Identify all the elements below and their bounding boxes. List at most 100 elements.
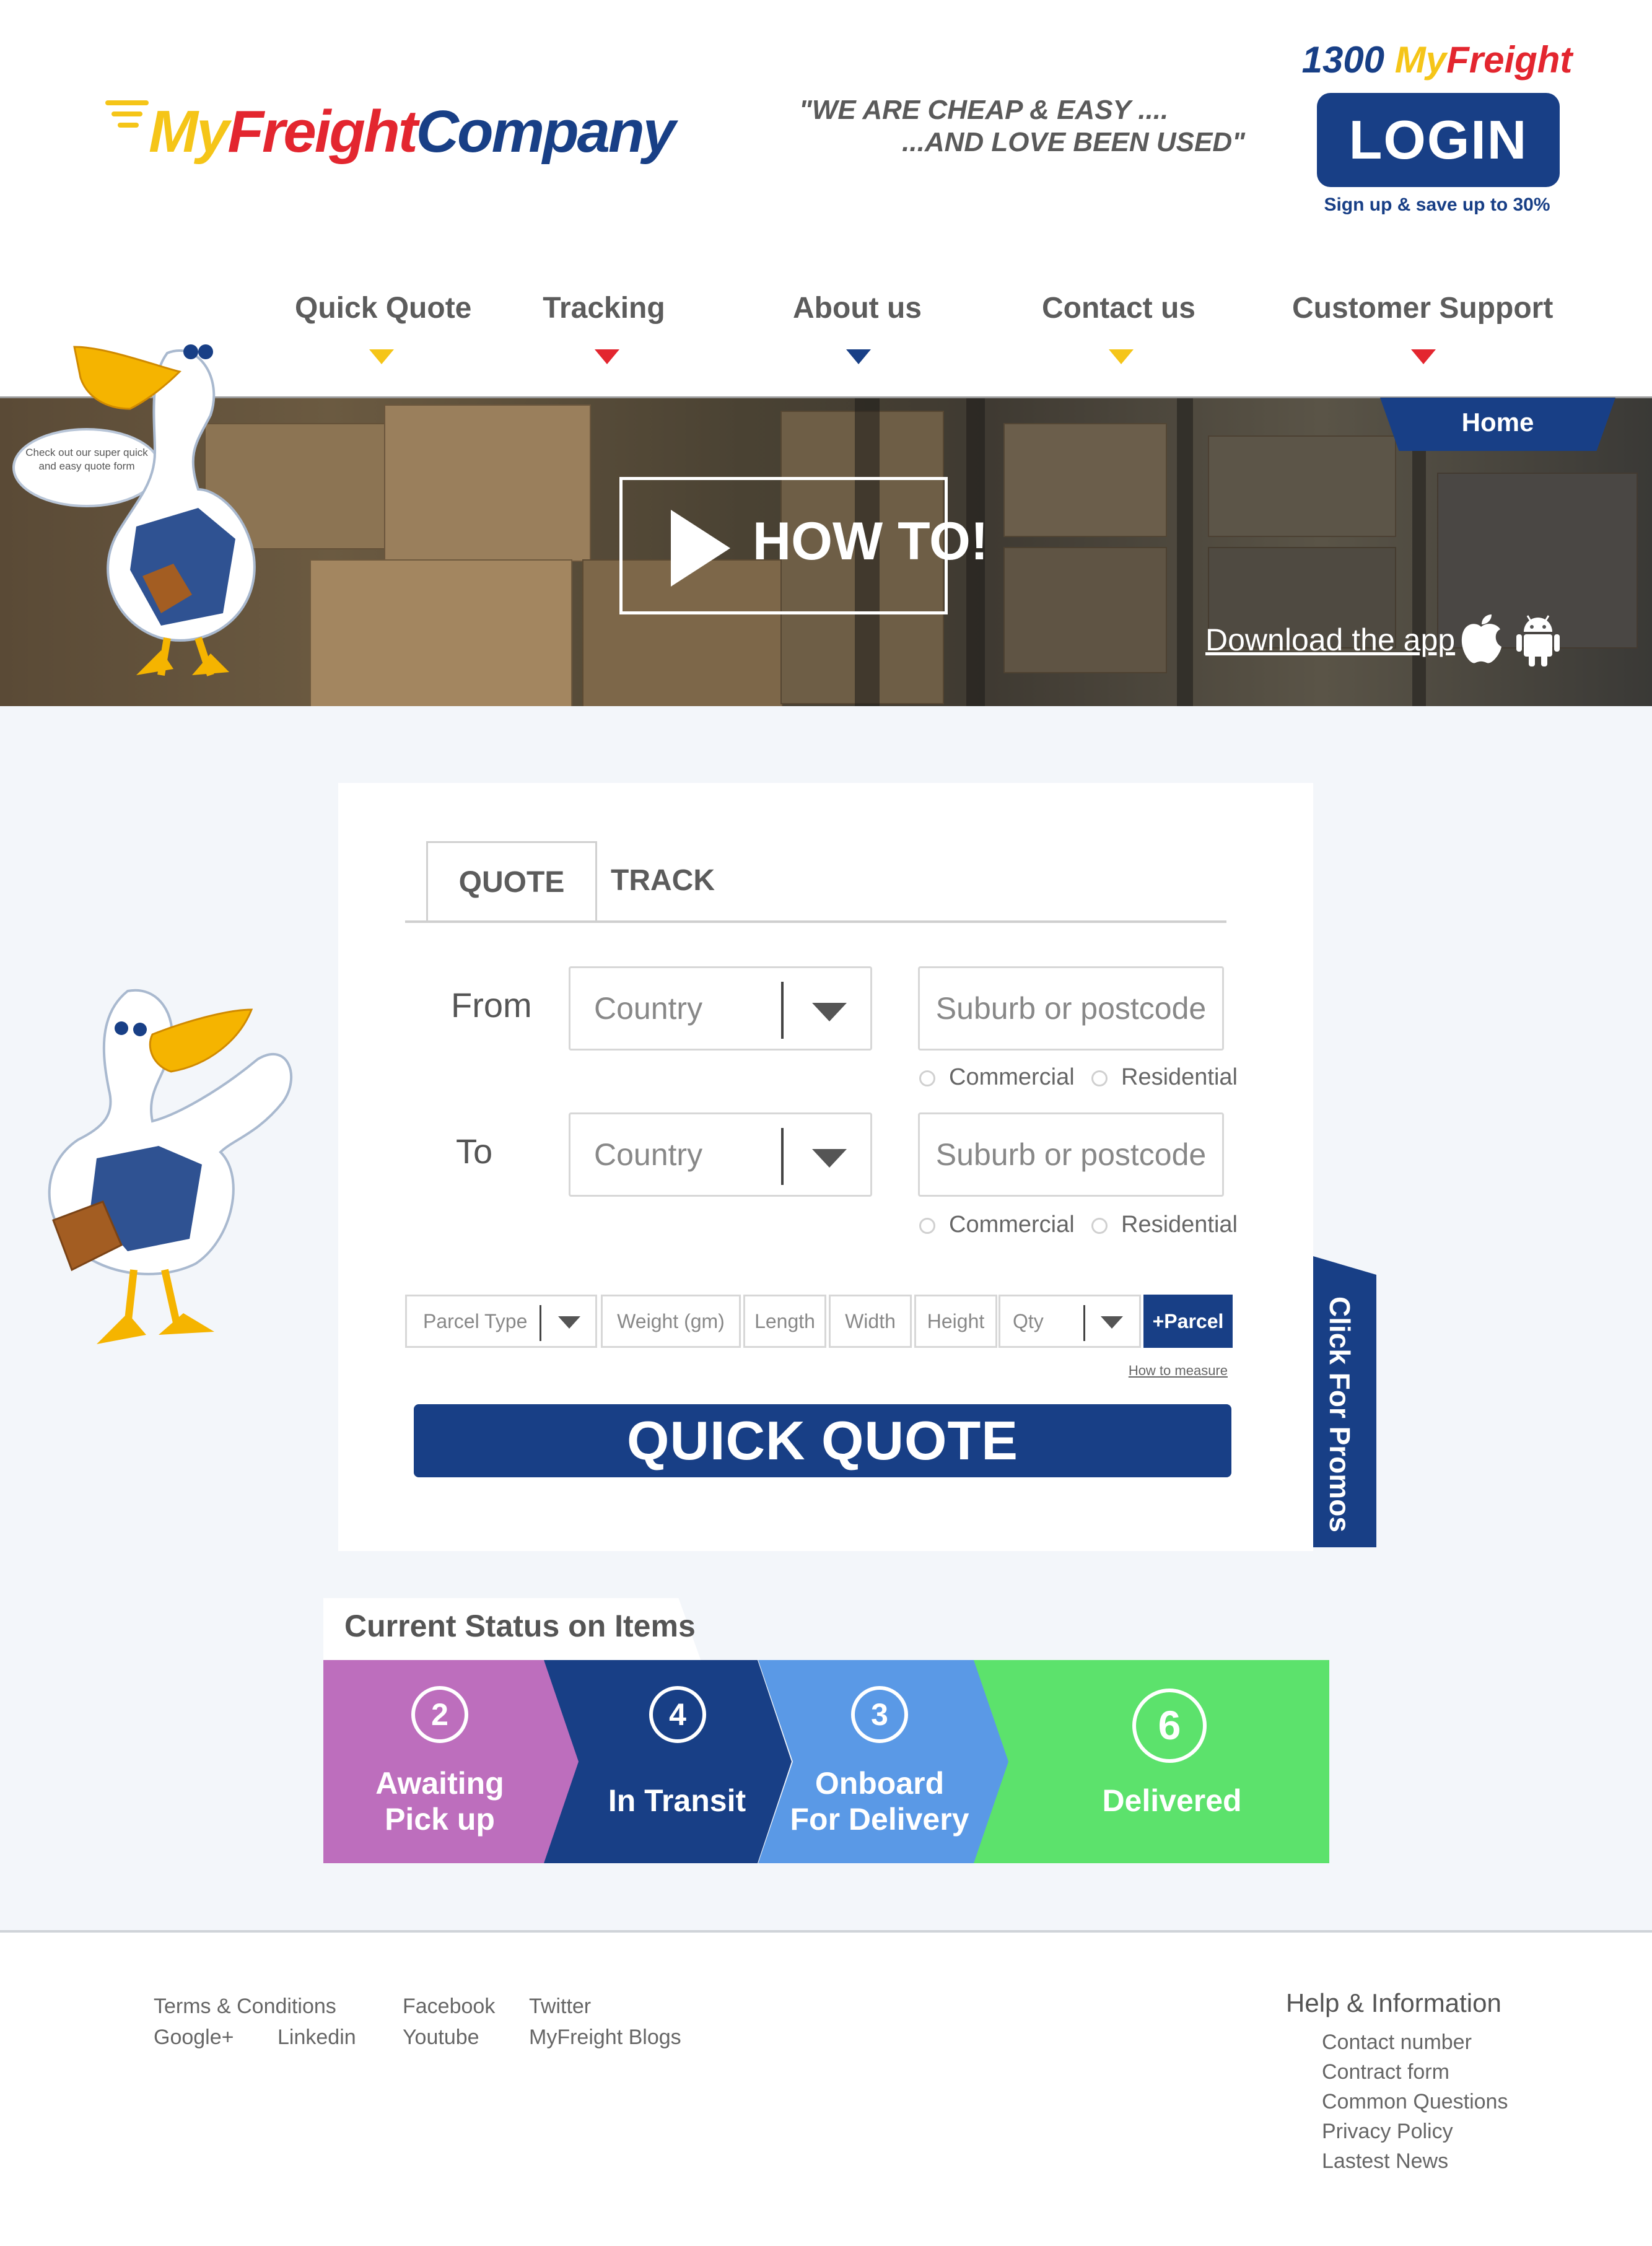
help-info-title: Help & Information xyxy=(1286,1988,1501,2017)
status-count-badge: 3 xyxy=(851,1686,908,1743)
qty-select[interactable]: Qty xyxy=(999,1295,1141,1348)
from-label: From xyxy=(451,985,532,1025)
tagline: "WE ARE CHEAP & EASY .... ...AND LOVE BE… xyxy=(799,95,1245,157)
logo-speed-line xyxy=(111,111,142,116)
status-count-badge: 4 xyxy=(649,1686,706,1743)
tab-track[interactable]: TRACK xyxy=(595,841,731,920)
from-suburb-input[interactable]: Suburb or postcode xyxy=(918,966,1224,1051)
status-count-badge: 2 xyxy=(411,1686,468,1743)
to-residential-radio[interactable]: Residential xyxy=(1091,1212,1238,1238)
login-button[interactable]: LOGIN xyxy=(1317,93,1560,187)
chevron-down-icon xyxy=(1101,1316,1123,1329)
tab-divider xyxy=(405,920,1226,923)
nav-about-us-arrow-icon xyxy=(846,349,871,364)
weight-input[interactable]: Weight (gm) xyxy=(601,1295,741,1348)
status-awaiting-pickup[interactable]: 2 Awaiting Pick up xyxy=(323,1660,583,1863)
logo-speed-line xyxy=(118,123,139,128)
length-input[interactable]: Length xyxy=(743,1295,826,1348)
chevron-down-icon xyxy=(558,1316,580,1329)
radio-icon xyxy=(919,1217,935,1234)
nav-contact-us-arrow-icon xyxy=(1109,349,1134,364)
status-count-badge: 6 xyxy=(1132,1689,1207,1763)
status-in-transit[interactable]: 4 In Transit xyxy=(544,1660,792,1863)
pelican-mascot-top xyxy=(12,344,256,676)
banner-shelf xyxy=(1177,398,1193,708)
nav-contact-us[interactable]: Contact us xyxy=(1038,291,1199,325)
how-to-label: HOW TO! xyxy=(753,512,989,571)
footer-link-facebook[interactable]: Facebook xyxy=(403,1995,495,2019)
footer-link-blogs[interactable]: MyFreight Blogs xyxy=(529,2025,681,2050)
radio-icon xyxy=(1091,1070,1108,1086)
footer-link-twitter[interactable]: Twitter xyxy=(529,1995,591,2019)
help-link-contract-form[interactable]: Contract form xyxy=(1322,2060,1449,2084)
status-label: Delivered xyxy=(1102,1783,1242,1818)
to-commercial-radio[interactable]: Commercial xyxy=(919,1212,1075,1238)
status-label: Onboard For Delivery xyxy=(790,1766,969,1837)
help-link-latest-news[interactable]: Lastest News xyxy=(1322,2149,1448,2174)
status-title: Current Status on Items xyxy=(344,1609,696,1643)
footer-divider xyxy=(0,1930,1652,1933)
from-residential-radio[interactable]: Residential xyxy=(1091,1064,1238,1091)
footer-link-youtube[interactable]: Youtube xyxy=(403,2025,479,2050)
select-divider xyxy=(540,1305,541,1341)
how-to-measure-link[interactable]: How to measure xyxy=(1103,1363,1228,1379)
banner-box xyxy=(1208,435,1396,537)
parcel-type-value: Parcel Type xyxy=(423,1310,528,1332)
help-link-privacy-policy[interactable]: Privacy Policy xyxy=(1322,2120,1453,2144)
nav-tracking[interactable]: Tracking xyxy=(533,291,675,325)
play-icon xyxy=(671,510,730,587)
chevron-down-icon xyxy=(812,1149,847,1168)
nav-customer-support[interactable]: Customer Support xyxy=(1292,291,1553,325)
height-input[interactable]: Height xyxy=(914,1295,997,1348)
download-app-link[interactable]: Download the app xyxy=(1205,622,1455,658)
android-icon[interactable] xyxy=(1515,613,1561,668)
nav-about-us[interactable]: About us xyxy=(784,291,930,325)
from-commercial-radio[interactable]: Commercial xyxy=(919,1064,1075,1091)
from-country-value: Country xyxy=(594,991,703,1026)
nav-customer-support-arrow-icon xyxy=(1411,349,1436,364)
banner-box xyxy=(310,559,572,708)
logo-text: MyFreightCompany xyxy=(149,98,676,165)
banner-box xyxy=(384,404,591,562)
how-to-video-button[interactable]: HOW TO! xyxy=(619,477,989,614)
width-input[interactable]: Width xyxy=(829,1295,912,1348)
banner-box xyxy=(1003,547,1167,673)
promos-tab-label: Click For Promos xyxy=(1324,1296,1356,1532)
to-label: To xyxy=(456,1132,493,1171)
breadcrumb-home[interactable]: Home xyxy=(1380,398,1615,451)
pelican-mascot-side xyxy=(48,989,292,1344)
footer-link-terms[interactable]: Terms & Conditions xyxy=(154,1995,336,2019)
footer-link-linkedin[interactable]: Linkedin xyxy=(278,2025,356,2050)
site-logo[interactable]: MyFreightCompany xyxy=(105,93,725,173)
to-suburb-input[interactable]: Suburb or postcode xyxy=(918,1112,1224,1197)
phone-number[interactable]: 1300 MyFreight xyxy=(1288,38,1586,81)
qty-value: Qty xyxy=(1013,1310,1044,1332)
nav-quick-quote-arrow-icon xyxy=(369,349,394,364)
chevron-down-icon xyxy=(812,1003,847,1021)
status-onboard-for-delivery[interactable]: 3 Onboard For Delivery xyxy=(758,1660,1010,1863)
to-country-value: Country xyxy=(594,1137,703,1172)
tab-quote[interactable]: QUOTE xyxy=(426,841,597,922)
help-link-common-questions[interactable]: Common Questions xyxy=(1322,2090,1508,2114)
parcel-type-select[interactable]: Parcel Type xyxy=(405,1295,597,1348)
nav-tracking-arrow-icon xyxy=(595,349,619,364)
select-divider xyxy=(781,1128,784,1185)
footer-link-googleplus[interactable]: Google+ xyxy=(154,2025,234,2050)
status-label: In Transit xyxy=(608,1783,746,1818)
banner-box xyxy=(1003,423,1167,537)
status-delivered[interactable]: 6 Delivered xyxy=(974,1660,1329,1863)
promos-tab[interactable]: Click For Promos xyxy=(1313,1256,1376,1547)
radio-icon xyxy=(919,1070,935,1086)
status-label: Awaiting Pick up xyxy=(375,1766,504,1837)
help-link-contact-number[interactable]: Contact number xyxy=(1322,2030,1472,2055)
add-parcel-button[interactable]: +Parcel xyxy=(1143,1295,1233,1348)
apple-icon[interactable] xyxy=(1458,613,1504,665)
select-divider xyxy=(1083,1305,1085,1341)
radio-icon xyxy=(1091,1217,1108,1234)
to-country-select[interactable]: Country xyxy=(569,1112,872,1197)
quick-quote-button[interactable]: QUICK QUOTE xyxy=(414,1404,1231,1477)
signup-link[interactable]: Sign up & save up to 30% xyxy=(1288,194,1586,216)
from-country-select[interactable]: Country xyxy=(569,966,872,1051)
logo-speed-line xyxy=(105,100,149,105)
speech-bubble-text: Check out our super quick and easy quote… xyxy=(25,447,148,472)
